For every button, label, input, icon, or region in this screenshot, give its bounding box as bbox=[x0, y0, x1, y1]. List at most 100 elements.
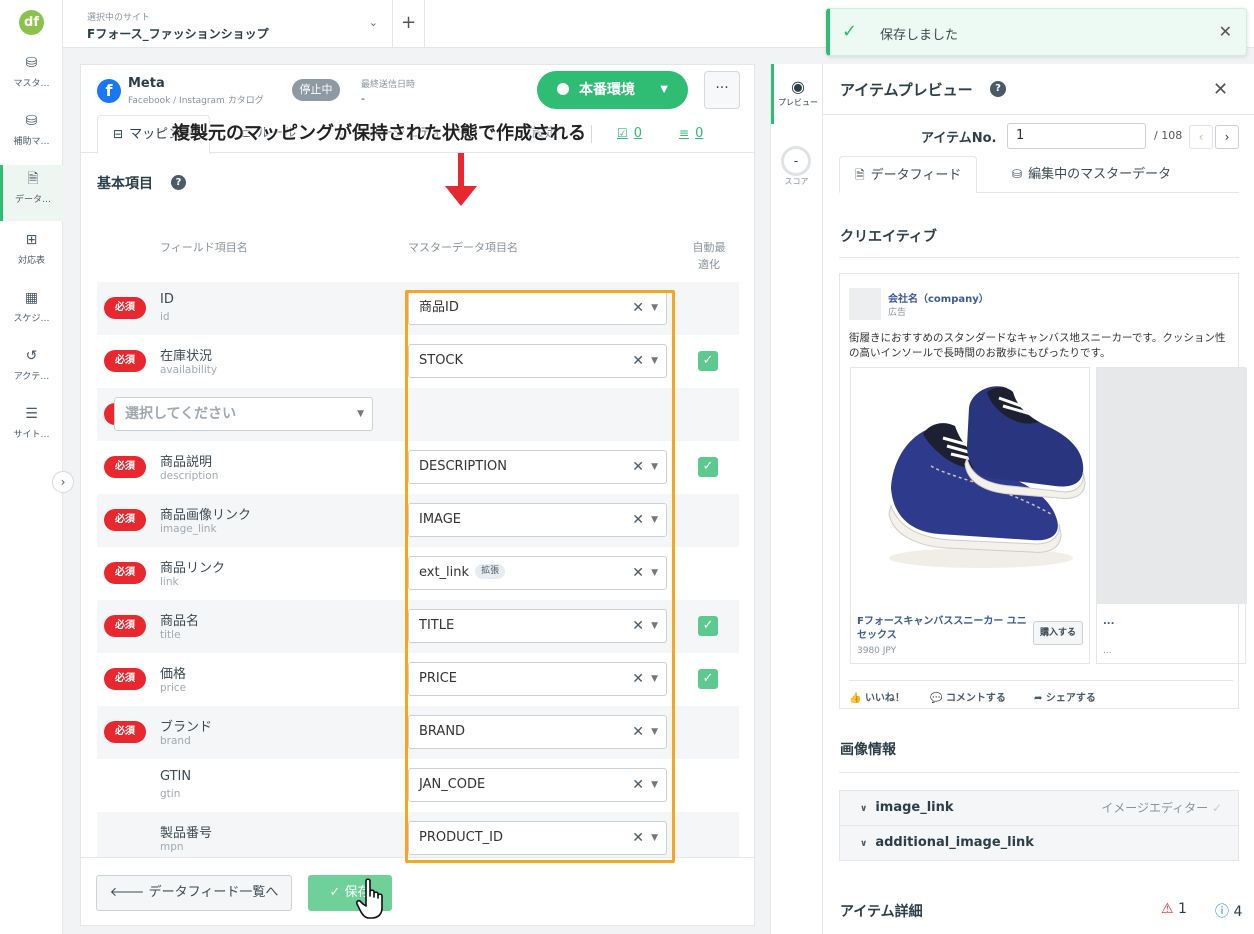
master-field-select[interactable]: IMAGE ✕ ▼ bbox=[408, 503, 667, 537]
app-logo[interactable]: df bbox=[19, 10, 44, 35]
comment-icon: 💬 bbox=[930, 693, 943, 704]
mapping-row: 必須状態condition選択してください▼ bbox=[97, 388, 739, 441]
buy-button[interactable]: 購入する bbox=[1033, 621, 1083, 645]
caret-down-icon: ▼ bbox=[651, 621, 658, 631]
field-key: title bbox=[160, 629, 181, 641]
field-name: 在庫状況 bbox=[160, 349, 213, 364]
info-count-value: 4 bbox=[1233, 904, 1243, 920]
clear-list-icon: ≡ bbox=[679, 126, 690, 140]
master-field-select[interactable]: TITLE ✕ ▼ bbox=[408, 609, 667, 643]
auto-optimize-checkbox[interactable]: ✓ bbox=[698, 669, 718, 689]
nav-item-site-settings[interactable]: ☰ サイト… bbox=[0, 406, 63, 458]
clear-icon[interactable]: ✕ bbox=[632, 345, 644, 377]
nav-item-activity[interactable]: ↺ アクテ… bbox=[0, 348, 63, 400]
master-field-select[interactable]: DESCRIPTION ✕ ▼ bbox=[408, 450, 667, 484]
auto-optimize-checkbox[interactable]: ✓ bbox=[698, 616, 718, 636]
help-icon[interactable]: ? bbox=[171, 175, 186, 190]
clear-icon[interactable]: ✕ bbox=[632, 822, 644, 854]
clear-icon[interactable]: ✕ bbox=[632, 610, 644, 642]
item-no-input[interactable]: 1 bbox=[1007, 123, 1146, 149]
action-label: シェアする bbox=[1045, 693, 1096, 704]
nav-item-mapping-table[interactable]: ⊞ 対応表 bbox=[0, 232, 63, 284]
nav-item-master[interactable]: ⛁ マスタ… bbox=[0, 55, 63, 107]
facebook-icon: f bbox=[97, 79, 121, 103]
master-field-select[interactable]: PRODUCT_ID ✕ ▼ bbox=[408, 821, 667, 855]
hand-cursor-icon bbox=[355, 878, 383, 919]
ad-company: 会社名（company） bbox=[888, 294, 989, 305]
like-action[interactable]: 👍 いいね！ bbox=[849, 689, 905, 704]
divider bbox=[839, 257, 1239, 258]
rail-preview-button[interactable]: ◉ プレビュー bbox=[771, 64, 822, 124]
nav-item-datafeed[interactable]: 🗎 データ… bbox=[0, 165, 63, 221]
master-field-select[interactable]: 選択してください ▼ bbox=[114, 397, 373, 431]
tab-editing-master[interactable]: ⛁ 編集中のマスターデータ bbox=[1012, 156, 1171, 193]
site-name: Fフォース_ファッションショップ bbox=[87, 27, 269, 41]
nav-item-sub-master[interactable]: ⛁ 補助マ… bbox=[0, 113, 63, 165]
master-field-select[interactable]: JAN_CODE ✕ ▼ bbox=[408, 768, 667, 802]
accordion-image-link[interactable]: ∨ image_link イメージエディター ✓ bbox=[840, 791, 1238, 826]
nav-expand-button[interactable]: › bbox=[52, 471, 74, 493]
excluded-count-link[interactable]: ≡ 0 bbox=[679, 113, 703, 153]
caret-down-icon: ▼ bbox=[651, 833, 658, 843]
mapping-row: 必須 商品画像リンク image_link IMAGE ✕ ▼ bbox=[97, 494, 739, 547]
site-selector[interactable]: 選択中のサイト Fフォース_ファッションショップ ⌄ bbox=[63, 0, 393, 48]
auto-optimize-checkbox[interactable]: ✓ bbox=[698, 351, 718, 371]
score-gauge[interactable]: - bbox=[781, 146, 811, 176]
rail-preview-label: プレビュー bbox=[778, 98, 818, 107]
carousel-card: ... ... bbox=[1096, 367, 1247, 664]
tab-data-feed[interactable]: 🗎 データフィード bbox=[839, 156, 978, 193]
caret-down-icon: ▼ bbox=[660, 84, 668, 95]
field-key: price bbox=[160, 682, 187, 694]
help-icon[interactable]: ? bbox=[990, 81, 1006, 97]
back-label: データフィード一覧へ bbox=[148, 885, 279, 900]
feed-subtitle: Facebook / Instagram カタログ bbox=[128, 96, 264, 106]
item-total: / 108 bbox=[1154, 129, 1183, 142]
master-field-select[interactable]: PRICE ✕ ▼ bbox=[408, 662, 667, 696]
required-badge: 必須 bbox=[104, 509, 146, 531]
back-to-feed-list-button[interactable]: 🡐 データフィード一覧へ bbox=[96, 875, 292, 911]
master-field-select[interactable]: ext_link 拡張 ✕ ▼ bbox=[408, 556, 667, 590]
database-plus-icon: ⛁ bbox=[25, 113, 38, 129]
master-field-select[interactable]: 商品ID ✕ ▼ bbox=[408, 291, 667, 325]
sliders-icon: ☰ bbox=[25, 406, 38, 422]
prev-item-button[interactable]: ‹ bbox=[1189, 125, 1213, 149]
field-key: mpn bbox=[160, 841, 184, 853]
auto-optimize-checkbox[interactable]: ✓ bbox=[698, 457, 718, 477]
environment-button[interactable]: 本番環境 ▼ bbox=[537, 71, 688, 109]
close-icon[interactable]: ✕ bbox=[1213, 79, 1228, 100]
select-value: BRAND bbox=[419, 724, 466, 739]
accordion-additional-image-link[interactable]: ∨ additional_image_link bbox=[840, 826, 1238, 861]
accordion-label: additional_image_link bbox=[875, 835, 1034, 850]
comment-action[interactable]: 💬 コメントする bbox=[930, 689, 1006, 704]
product-image bbox=[851, 368, 1089, 604]
master-field-select[interactable]: BRAND ✕ ▼ bbox=[408, 715, 667, 749]
clear-icon[interactable]: ✕ bbox=[632, 663, 644, 695]
close-icon[interactable]: ✕ bbox=[1219, 22, 1232, 41]
add-site-button[interactable]: + bbox=[393, 0, 425, 48]
image-info-heading: 画像情報 bbox=[840, 742, 896, 758]
info-count[interactable]: ⓘ 4 bbox=[1215, 901, 1242, 921]
clear-icon[interactable]: ✕ bbox=[632, 504, 644, 536]
clear-icon[interactable]: ✕ bbox=[632, 292, 644, 324]
count-value: 0 bbox=[633, 126, 643, 141]
clear-icon[interactable]: ✕ bbox=[632, 451, 644, 483]
next-item-button[interactable]: › bbox=[1215, 125, 1239, 149]
master-field-select[interactable]: STOCK ✕ ▼ bbox=[408, 344, 667, 378]
card-title[interactable]: Fフォースキャンバススニーカー ユニセックス bbox=[857, 615, 1027, 643]
more-button[interactable]: ··· bbox=[704, 71, 740, 109]
feed-name: Meta bbox=[128, 76, 165, 91]
share-action[interactable]: ➦ シェアする bbox=[1034, 689, 1096, 704]
valid-count-link[interactable]: ☑ 0 bbox=[617, 113, 642, 153]
last-sent-caption: 最終送信日時 bbox=[361, 80, 416, 90]
nav-item-schedule[interactable]: ▦ スケジ… bbox=[0, 290, 63, 342]
section-title: 基本項目 bbox=[97, 176, 153, 192]
warning-count[interactable]: ⚠ 1 bbox=[1161, 901, 1187, 917]
select-value: IMAGE bbox=[419, 512, 462, 527]
clear-icon[interactable]: ✕ bbox=[632, 557, 644, 589]
divider bbox=[849, 680, 1233, 681]
field-key: link bbox=[160, 576, 179, 588]
clear-icon[interactable]: ✕ bbox=[632, 716, 644, 748]
field-name: ブランド bbox=[160, 720, 213, 735]
clear-icon[interactable]: ✕ bbox=[632, 769, 644, 801]
select-value: TITLE bbox=[419, 618, 455, 633]
